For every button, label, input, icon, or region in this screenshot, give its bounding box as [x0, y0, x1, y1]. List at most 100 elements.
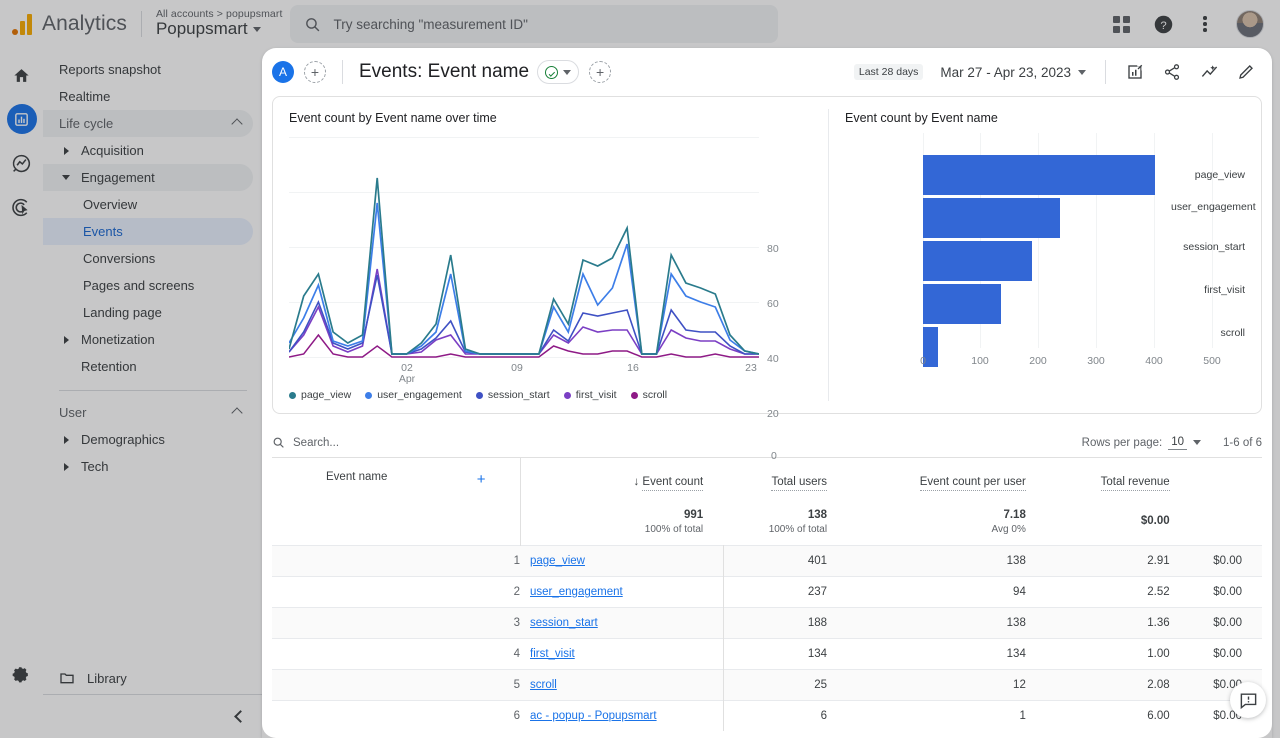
more-vertical-icon[interactable]: [1194, 13, 1216, 35]
rail-item-reports[interactable]: [6, 104, 37, 134]
apps-grid-icon[interactable]: [1110, 13, 1132, 35]
cell-total-users: 138: [1006, 555, 1026, 567]
event-name-link[interactable]: ac - popup - Popupsmart: [530, 710, 657, 722]
row-event-name[interactable]: ac - popup - Popupsmart: [520, 701, 723, 732]
bar[interactable]: [923, 284, 1001, 324]
legend-item[interactable]: scroll: [630, 389, 667, 401]
row-event-name[interactable]: first_visit: [520, 639, 723, 670]
table-row[interactable]: 3 session_start 188 138 1.36 $0.00: [272, 607, 1262, 639]
data-table-section: Search... Rows per page: 10 1-6 of 6 Eve…: [272, 428, 1262, 731]
account-selector[interactable]: All accounts > popupsmart Popupsmart: [156, 8, 283, 39]
rail-item-admin[interactable]: [7, 660, 37, 690]
sidebar-item-label: Monetization: [81, 332, 155, 347]
charts-row: Event count by Event name over time 80 6…: [272, 96, 1262, 462]
avatar[interactable]: [1236, 10, 1264, 38]
sidebar-group-life-cycle[interactable]: Life cycle: [43, 110, 253, 137]
event-name-link[interactable]: scroll: [530, 679, 557, 691]
icon-rail: [0, 48, 43, 738]
comparison-chip-all-users[interactable]: A: [272, 61, 294, 83]
row-index: 2: [513, 586, 520, 598]
total-revenue: $0.00: [1046, 501, 1190, 546]
legend-item[interactable]: page_view: [289, 389, 351, 401]
table-row[interactable]: 5 scroll 25 12 2.08 $0.00: [272, 669, 1262, 701]
event-name-link[interactable]: user_engagement: [530, 586, 623, 598]
event-name-link[interactable]: page_view: [530, 555, 585, 567]
table-row[interactable]: 6 ac - popup - Popupsmart 6 1 6.00 $0.00: [272, 700, 1262, 732]
row-event-name[interactable]: user_engagement: [520, 577, 723, 608]
column-header-total-revenue[interactable]: Total revenue: [1046, 458, 1190, 501]
sidebar-item-events[interactable]: Events: [43, 218, 253, 245]
sidebar-item-label: Engagement: [81, 170, 155, 185]
search-input[interactable]: Try searching "measurement ID": [290, 5, 779, 43]
column-header-label: Total users: [771, 476, 828, 491]
sidebar-item-tech[interactable]: Tech: [43, 453, 253, 480]
sidebar-item-pages-and-screens[interactable]: Pages and screens: [43, 272, 253, 299]
sidebar-item-label: Realtime: [59, 89, 111, 104]
table-row[interactable]: 2 user_engagement 237 94 2.52 $0.00: [272, 576, 1262, 608]
sidebar-group-user[interactable]: User: [43, 399, 253, 426]
line-chart-legend: page_view user_engagement session_start …: [289, 389, 667, 401]
sidebar-item-overview[interactable]: Overview: [43, 191, 253, 218]
sidebar-item-library[interactable]: Library: [43, 670, 263, 686]
legend-item[interactable]: session_start: [475, 389, 550, 401]
rail-item-home[interactable]: [7, 60, 37, 90]
column-header-event-count-per-user[interactable]: Event count per user: [847, 458, 1046, 501]
total-value: 7.18: [1003, 509, 1026, 521]
bar[interactable]: [923, 198, 1060, 238]
table-row[interactable]: 1 page_view 401 138 2.91 $0.00: [272, 545, 1262, 577]
sidebar-item-acquisition[interactable]: Acquisition: [43, 137, 253, 164]
bar[interactable]: [923, 155, 1155, 195]
table-search-placeholder: Search...: [293, 436, 340, 449]
legend-label: user_engagement: [377, 389, 462, 401]
sidebar-item-demographics[interactable]: Demographics: [43, 426, 253, 453]
feedback-button[interactable]: [1230, 682, 1266, 718]
legend-swatch: [365, 391, 373, 399]
edit-icon[interactable]: [1236, 62, 1256, 82]
row-event-name[interactable]: scroll: [520, 670, 723, 701]
column-header-total-users[interactable]: Total users: [723, 458, 847, 501]
legend-item[interactable]: first_visit: [563, 389, 617, 401]
bar-chart-plot[interactable]: page_view user_engagement session_start …: [845, 133, 1256, 373]
sidebar-item-retention[interactable]: Retention: [43, 353, 253, 380]
share-icon[interactable]: [1162, 62, 1182, 82]
row-event-name[interactable]: session_start: [520, 608, 723, 639]
brand-label: Analytics: [42, 12, 127, 35]
check-circle-icon: [545, 65, 559, 79]
event-name-link[interactable]: first_visit: [530, 648, 575, 660]
account-name: Popupsmart: [156, 20, 283, 39]
bar[interactable]: [923, 241, 1032, 281]
legend-item[interactable]: user_engagement: [365, 389, 462, 401]
compare-icon[interactable]: [1125, 62, 1145, 82]
sidebar-item-reports-snapshot[interactable]: Reports snapshot: [43, 56, 253, 83]
add-dimension-button[interactable]: +: [477, 471, 486, 488]
row-index: 3: [513, 617, 520, 629]
sidebar-item-label: Demographics: [81, 432, 165, 447]
x-axis-tick: 16: [627, 362, 639, 374]
rows-per-page-select[interactable]: Rows per page: 10: [1082, 436, 1201, 450]
sidebar-item-monetization[interactable]: Monetization: [43, 326, 253, 353]
table-row[interactable]: 4 first_visit 134 134 1.00 $0.00: [272, 638, 1262, 670]
report-status-chip[interactable]: [537, 60, 580, 84]
column-header-event-count[interactable]: ↓ Event count: [519, 458, 724, 501]
home-icon: [14, 68, 29, 82]
line-chart-plot[interactable]: [289, 137, 759, 358]
chevron-down-icon: [563, 69, 572, 75]
event-name-link[interactable]: session_start: [530, 617, 598, 629]
sidebar-item-engagement[interactable]: Engagement: [43, 164, 253, 191]
add-segment-button[interactable]: +: [589, 61, 612, 83]
row-event-name[interactable]: page_view: [520, 546, 723, 577]
table-search-input[interactable]: Search...: [272, 436, 339, 449]
add-comparison-button[interactable]: +: [304, 61, 326, 83]
help-icon[interactable]: ?: [1152, 13, 1174, 35]
insights-icon[interactable]: [1199, 62, 1219, 82]
date-range-picker[interactable]: Mar 27 - Apr 23, 2023: [940, 65, 1086, 80]
rail-item-advertising[interactable]: [7, 192, 37, 222]
column-header-event-name[interactable]: Event name +: [272, 458, 520, 501]
sidebar-item-landing-page[interactable]: Landing page: [43, 299, 253, 326]
account-name-label: Popupsmart: [155, 19, 248, 39]
collapse-navigation-button[interactable]: [43, 694, 263, 738]
sidebar-item-label: Events: [83, 224, 123, 239]
sidebar-item-realtime[interactable]: Realtime: [43, 83, 253, 110]
sidebar-item-conversions[interactable]: Conversions: [43, 245, 253, 272]
rail-item-explore[interactable]: [7, 148, 37, 178]
